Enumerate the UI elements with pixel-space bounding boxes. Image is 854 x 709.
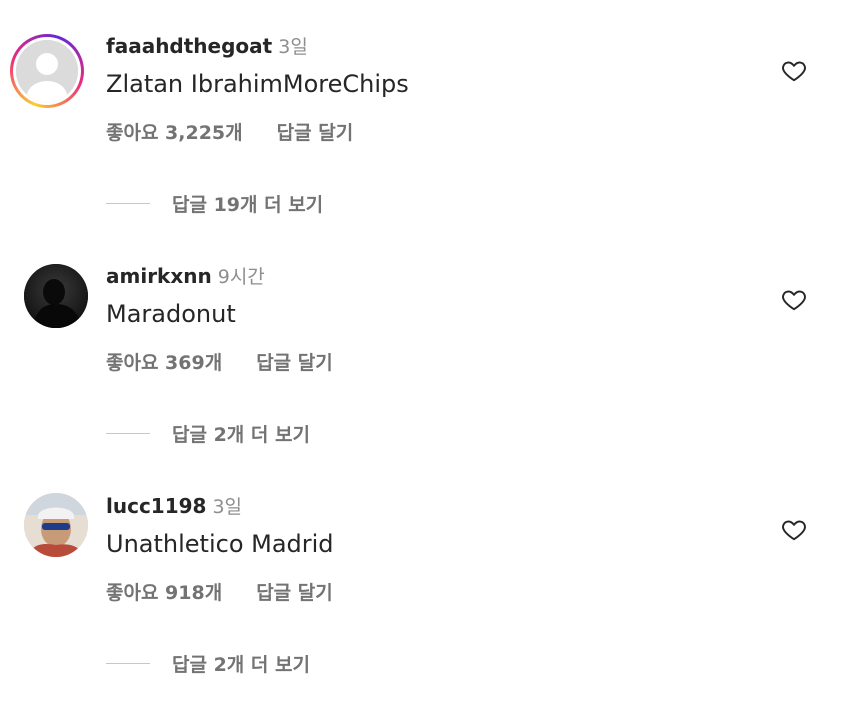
view-replies-button[interactable]: 답글 2개 더 보기 [106,650,310,677]
comment-text: Unathletico Madrid [106,530,334,558]
avatar[interactable] [24,493,88,557]
username-text[interactable]: lucc1198 [106,494,206,518]
heart-icon[interactable] [780,517,808,543]
selfie-photo-avatar-icon [24,493,88,557]
divider-line [106,663,150,664]
like-count[interactable]: 좋아요 918개 [106,582,222,604]
view-replies-label[interactable]: 답글 2개 더 보기 [172,650,310,677]
reply-button[interactable]: 답글 달기 [256,582,333,604]
comment-item: lucc1198 3일 Unathletico Madrid 좋아요 918개 답글… [0,0,854,700]
comment-meta: 좋아요 918개 답글 달기 [106,578,333,605]
comment-time: 3일 [212,496,243,518]
comment-username[interactable]: lucc1198 3일 [106,492,242,519]
